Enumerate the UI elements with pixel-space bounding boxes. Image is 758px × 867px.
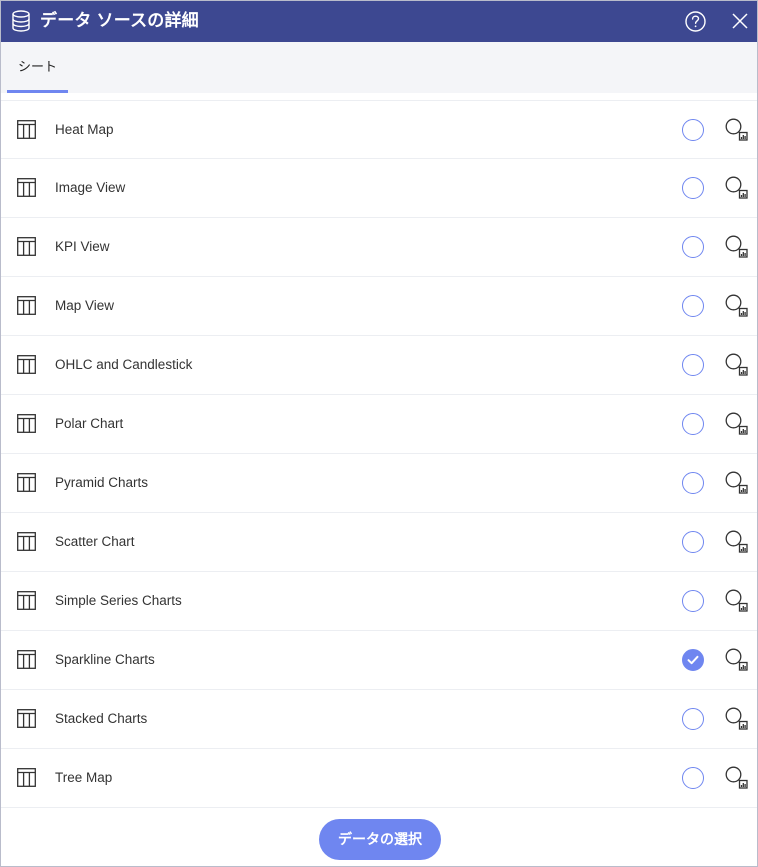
- preview-icon[interactable]: [725, 589, 748, 612]
- preview-icon[interactable]: [725, 648, 748, 671]
- sheet-row[interactable]: Map View: [1, 277, 757, 336]
- sheet-row[interactable]: Pyramid Charts: [1, 454, 757, 513]
- sheet-radio[interactable]: [682, 767, 704, 789]
- sheet-row[interactable]: Simple Series Charts: [1, 572, 757, 631]
- sheet-radio[interactable]: [682, 354, 704, 376]
- table-icon: [17, 650, 36, 669]
- sheet-label: Sparkline Charts: [55, 652, 155, 667]
- sheet-row[interactable]: KPI View: [1, 218, 757, 277]
- preview-icon[interactable]: [725, 235, 748, 258]
- preview-icon[interactable]: [725, 176, 748, 199]
- table-icon: [17, 237, 36, 256]
- sheet-label: Tree Map: [55, 770, 113, 785]
- sheet-row[interactable]: Heat Map: [1, 100, 757, 159]
- tab-sheets-label: シート: [17, 59, 57, 74]
- sheet-radio[interactable]: [682, 590, 704, 612]
- sheet-label: Simple Series Charts: [55, 593, 182, 608]
- sheet-label: Scatter Chart: [55, 534, 135, 549]
- preview-icon[interactable]: [725, 294, 748, 317]
- table-icon: [17, 296, 36, 315]
- select-data-button[interactable]: データの選択: [319, 819, 441, 860]
- sheet-radio[interactable]: [682, 295, 704, 317]
- sheet-label: Image View: [55, 180, 126, 195]
- help-icon[interactable]: [685, 11, 706, 32]
- table-icon: [17, 120, 36, 139]
- sheet-radio[interactable]: [682, 236, 704, 258]
- sheet-label: KPI View: [55, 239, 110, 254]
- sheet-label: Stacked Charts: [55, 711, 148, 726]
- sheet-label: Heat Map: [55, 122, 114, 137]
- close-icon[interactable]: [731, 12, 749, 30]
- table-icon: [17, 473, 36, 492]
- tab-bar: シート: [1, 42, 757, 93]
- dialog-title: データ ソースの詳細: [40, 11, 199, 30]
- sheet-radio[interactable]: [682, 177, 704, 199]
- sheet-row[interactable]: OHLC and Candlestick: [1, 336, 757, 395]
- sheet-row[interactable]: Scatter Chart: [1, 513, 757, 572]
- preview-icon[interactable]: [725, 471, 748, 494]
- sheet-label: Polar Chart: [55, 416, 124, 431]
- sheet-radio[interactable]: [682, 472, 704, 494]
- sheet-radio[interactable]: [682, 708, 704, 730]
- preview-icon[interactable]: [725, 766, 748, 789]
- database-icon: [12, 10, 30, 32]
- sheet-radio[interactable]: [682, 531, 704, 553]
- sheet-label: Map View: [55, 298, 115, 313]
- sheet-label: Pyramid Charts: [55, 475, 149, 490]
- sheet-row[interactable]: Image View: [1, 159, 757, 218]
- tab-sheets[interactable]: シート: [7, 42, 68, 93]
- sheet-radio[interactable]: [682, 119, 704, 141]
- sheet-radio-checked[interactable]: [682, 649, 704, 671]
- sheet-label: OHLC and Candlestick: [55, 357, 193, 372]
- data-source-details-dialog: データ ソースの詳細 シート Heat Map Image View KPI Vie…: [0, 0, 758, 867]
- table-icon: [17, 709, 36, 728]
- sheet-row[interactable]: Stacked Charts: [1, 690, 757, 749]
- sheet-row[interactable]: Sparkline Charts: [1, 631, 757, 690]
- table-icon: [17, 768, 36, 787]
- preview-icon[interactable]: [725, 118, 748, 141]
- dialog-header: データ ソースの詳細: [1, 1, 757, 42]
- sheet-row[interactable]: Polar Chart: [1, 395, 757, 454]
- sheet-radio[interactable]: [682, 413, 704, 435]
- preview-icon[interactable]: [725, 530, 748, 553]
- table-icon: [17, 178, 36, 197]
- table-icon: [17, 591, 36, 610]
- sheet-list: Heat Map Image View KPI View Map View OHLC a…: [1, 100, 757, 808]
- table-icon: [17, 532, 36, 551]
- table-icon: [17, 414, 36, 433]
- preview-icon[interactable]: [725, 707, 748, 730]
- preview-icon[interactable]: [725, 412, 748, 435]
- active-tab-indicator: [7, 90, 68, 93]
- sheet-row[interactable]: Tree Map: [1, 749, 757, 808]
- preview-icon[interactable]: [725, 353, 748, 376]
- table-icon: [17, 355, 36, 374]
